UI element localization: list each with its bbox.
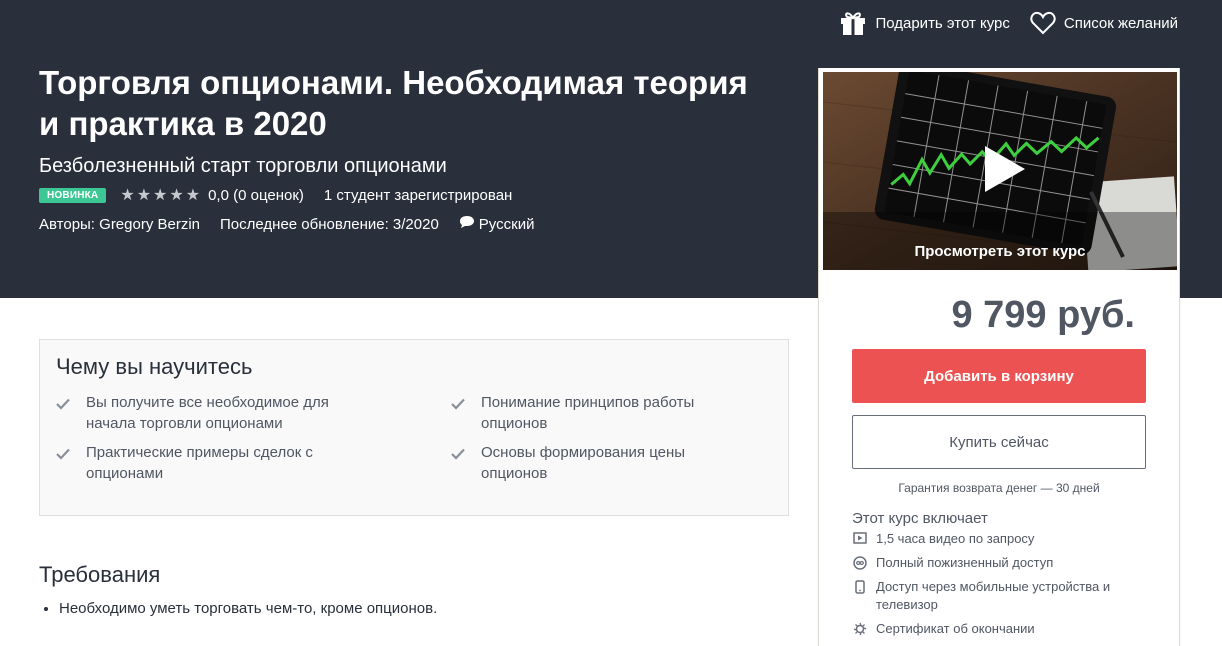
preview-label: Просмотреть этот курс (914, 243, 1086, 260)
requirements-title: Требования (39, 562, 161, 587)
gift-icon (839, 10, 867, 36)
includes-list: 1,5 часа видео по запросу Полный пожизне… (852, 530, 1152, 644)
includes-item: Полный пожизненный доступ (852, 554, 1152, 572)
includes-text: Сертификат об окончании (876, 621, 1035, 636)
course-title: Торговля опционами. Необходимая теория и… (39, 64, 748, 142)
includes-item: 1,5 часа видео по запросу (852, 530, 1152, 548)
includes-text: 1,5 часа видео по запросу (876, 531, 1035, 546)
wishlist-label: Список желаний (1063, 14, 1178, 32)
last-updated: Последнее обновление: 3/2020 (220, 215, 439, 233)
play-icon[interactable] (983, 144, 1027, 199)
check-icon (56, 442, 70, 484)
course-preview-video[interactable]: Просмотреть этот курс (823, 72, 1177, 270)
what-you-will-learn: Чему вы научитесь Вы получите все необхо… (39, 339, 789, 516)
star-icon: ★ (136, 186, 152, 204)
money-back-guarantee: Гарантия возврата денег — 30 дней (898, 481, 1100, 495)
language-label: Русский (478, 215, 535, 233)
students-count: 1 студент зарегистрирован (323, 187, 513, 204)
certificate-icon (852, 620, 868, 638)
check-icon (56, 392, 70, 434)
language: Русский (459, 215, 535, 233)
mobile-icon (852, 578, 868, 614)
purchase-sidebar: Просмотреть этот курс 9 799 руб. Добавит… (818, 68, 1180, 646)
video-icon (852, 530, 868, 548)
star-icon: ★ (120, 186, 135, 204)
add-to-cart-button[interactable]: Добавить в корзину (852, 349, 1146, 403)
wishlist-button[interactable]: Список желаний (1030, 11, 1178, 35)
rating-stars: ★ ★ ★ ★ ★ (120, 186, 201, 204)
new-badge: НОВИНКА (39, 188, 107, 203)
includes-item: Сертификат об окончании (852, 620, 1152, 638)
includes-item: Доступ через мобильные устройства и теле… (852, 578, 1152, 614)
learn-item: Основы формирования цены опционов (451, 442, 766, 484)
includes-title: Этот курс включает (852, 510, 988, 527)
learn-item-text: Основы формирования цены опционов (481, 444, 686, 482)
includes-text: Полный пожизненный доступ (876, 555, 1054, 570)
buy-now-button[interactable]: Купить сейчас (852, 415, 1146, 469)
learn-item-text: Практические примеры сделок с опционами (86, 444, 313, 482)
learn-title: Чему вы научитесь (56, 354, 253, 379)
heart-icon (1030, 11, 1056, 35)
includes-text: Доступ через мобильные устройства и теле… (876, 579, 1111, 612)
authors-row: Авторы: Gregory Berzin Последнее обновле… (39, 215, 534, 233)
authors[interactable]: Авторы: Gregory Berzin (39, 216, 200, 233)
requirements-list: Необходимо уметь торговать чем-то, кроме… (59, 600, 437, 617)
course-meta: НОВИНКА ★ ★ ★ ★ ★ 0,0 (0 оценок) 1 студе… (39, 187, 512, 204)
gift-course-label: Подарить этот курс (875, 14, 1010, 32)
top-actions: Подарить этот курс Список желаний (839, 10, 1178, 36)
course-subtitle: Безболезненный старт торговли опционами (39, 155, 447, 177)
check-icon (451, 392, 465, 434)
learn-item: Вы получите все необходимое для начала т… (56, 392, 451, 434)
course-price: 9 799 руб. (951, 294, 1135, 336)
learn-item-text: Вы получите все необходимое для начала т… (86, 394, 329, 432)
requirement-item: Необходимо уметь торговать чем-то, кроме… (59, 600, 437, 617)
star-icon: ★ (185, 186, 201, 204)
learn-item: Практические примеры сделок с опционами (56, 442, 451, 484)
check-icon (451, 442, 465, 484)
rating-text[interactable]: 0,0 (0 оценок) (208, 187, 304, 204)
speech-bubble-icon (459, 215, 475, 233)
learn-item-text: Понимание принципов работы опционов (481, 394, 695, 432)
infinity-icon (852, 554, 868, 572)
learn-item: Понимание принципов работы опционов (451, 392, 766, 434)
star-icon: ★ (153, 186, 168, 204)
learn-items: Вы получите все необходимое для начала т… (56, 392, 766, 484)
star-icon: ★ (169, 186, 184, 204)
gift-course-button[interactable]: Подарить этот курс (839, 10, 1010, 36)
